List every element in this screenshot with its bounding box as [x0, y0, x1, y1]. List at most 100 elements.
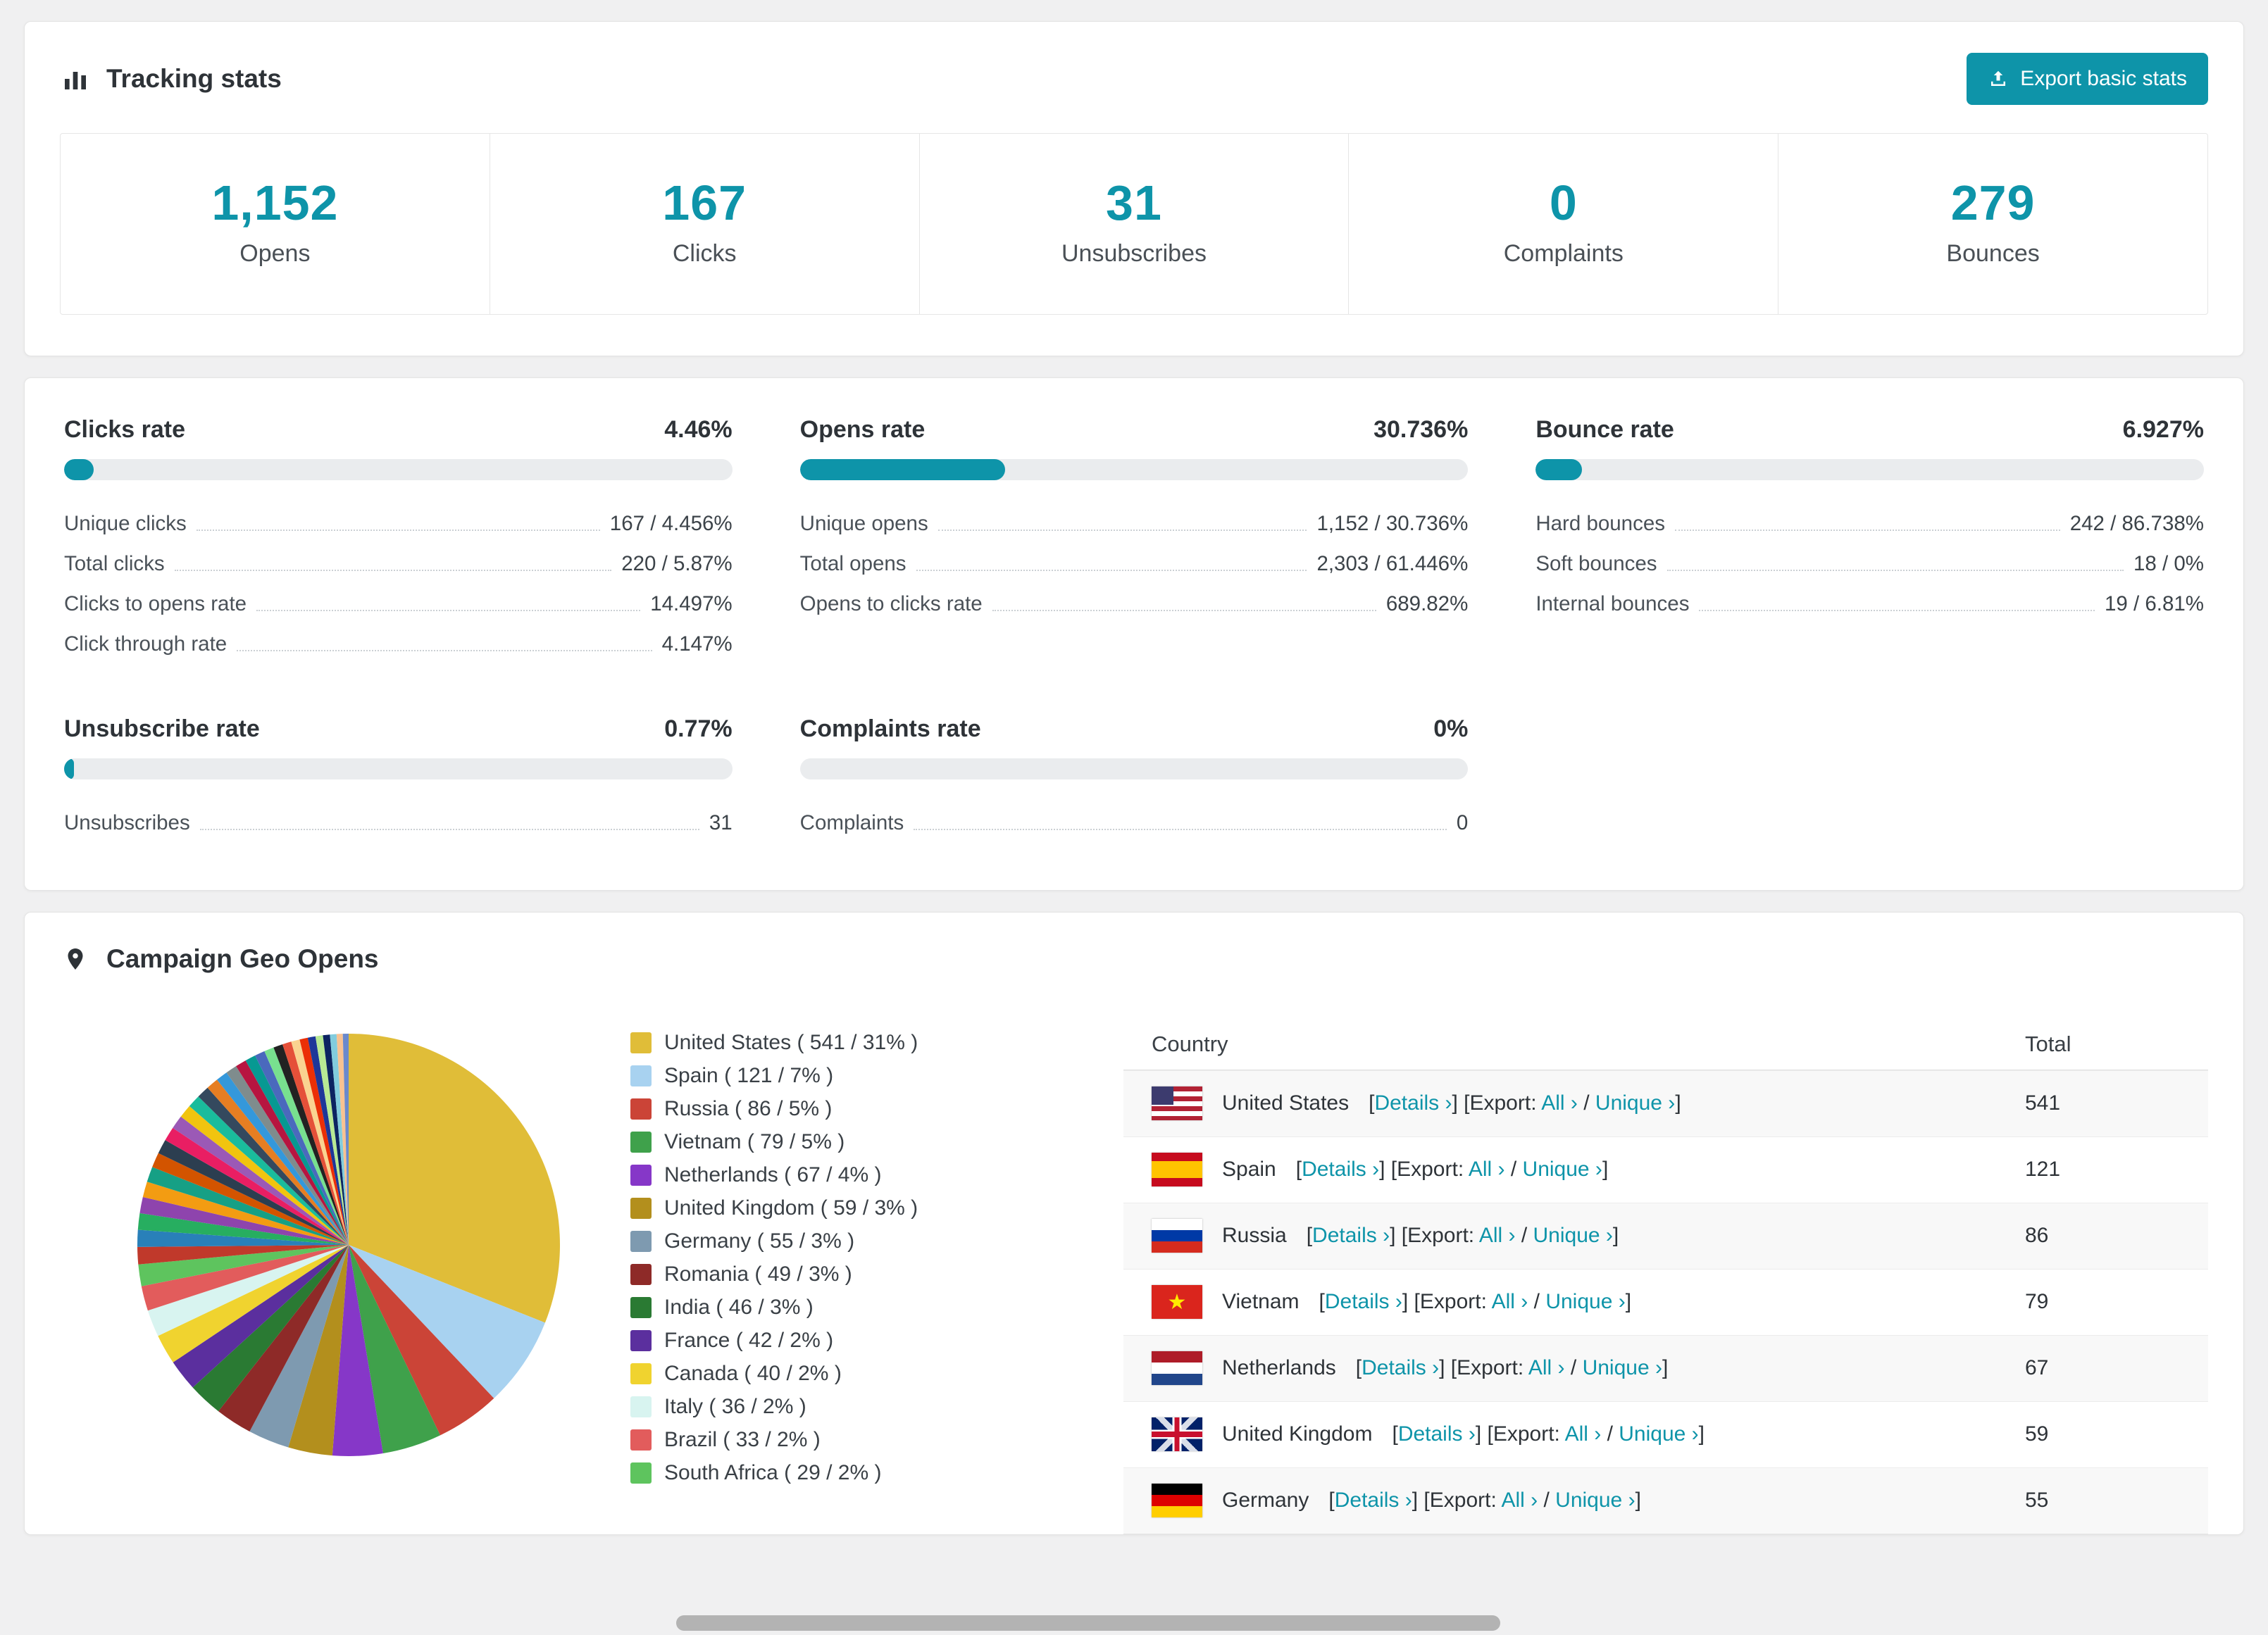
geo-export-all-link[interactable]: All ›	[1501, 1489, 1538, 1512]
flag-ru-icon	[1152, 1219, 1202, 1253]
legend-swatch	[630, 1396, 652, 1417]
progress-bar-fill	[799, 458, 1006, 480]
legend-label: Canada ( 40 / 2% )	[664, 1361, 842, 1385]
tracking-stats-header: Tracking stats Export basic stats	[25, 22, 2243, 129]
dotted-leader	[1675, 530, 2060, 531]
rate-rows: Complaints 0	[800, 803, 1469, 844]
geo-row-links: [Details ›] [Export: All › / Unique ›]	[1355, 1356, 1669, 1379]
rate-row-value: 1,152 / 30.736%	[1316, 512, 1469, 535]
rate-block-opens: Opens rate 30.736% Unique opens 1,152 / 30.…	[799, 416, 1469, 665]
rate-row-value: 19 / 6.81%	[2104, 592, 2204, 615]
geo-total-cell: 59	[2025, 1422, 2049, 1446]
legend-swatch	[630, 1065, 652, 1086]
geo-export-unique-link[interactable]: Unique ›	[1533, 1224, 1613, 1247]
map-pin-icon	[60, 944, 91, 975]
rate-value: 4.46%	[664, 415, 733, 443]
rate-title: Complaints rate	[799, 715, 981, 742]
geo-row-links: [Details ›] [Export: All › / Unique ›]	[1392, 1422, 1705, 1446]
rate-value: 0%	[1433, 715, 1469, 742]
geo-row-links: [Details ›] [Export: All › / Unique ›]	[1328, 1489, 1641, 1512]
tracking-stats-card: Tracking stats Export basic stats 1,152 O…	[24, 21, 2244, 356]
legend-item: Brazil ( 33 / 2% )	[630, 1428, 1123, 1452]
rate-value: 0.77%	[664, 715, 733, 742]
geo-row-links: [Details ›] [Export: All › / Unique ›]	[1306, 1224, 1619, 1247]
stat-value: 279	[1950, 175, 2036, 230]
geo-export-unique-link[interactable]: Unique ›	[1523, 1158, 1602, 1181]
legend-label: Italy ( 36 / 2% )	[664, 1394, 806, 1418]
geo-details-link[interactable]: Details ›	[1302, 1158, 1379, 1181]
rate-row: Unique clicks 167 / 4.456%	[64, 504, 733, 544]
legend-item: Canada ( 40 / 2% )	[630, 1362, 1123, 1386]
rate-row-value: 4.147%	[661, 632, 733, 656]
legend-label: Russia ( 86 / 5% )	[664, 1096, 833, 1120]
stat-box-complaints: 0 Complaints	[1348, 134, 1778, 314]
legend-swatch	[630, 1329, 652, 1351]
export-basic-stats-button[interactable]: Export basic stats	[1967, 53, 2208, 105]
geo-export-all-link[interactable]: All ›	[1565, 1422, 1602, 1446]
rate-row-value: 220 / 5.87%	[621, 552, 733, 575]
stat-boxes: 1,152 Opens 167 Clicks 31 Unsubscribes 0 Compla…	[60, 133, 2208, 315]
geo-export-unique-link[interactable]: Unique ›	[1545, 1290, 1625, 1313]
geo-table-row: Vietnam [Details ›] [Export: All › / Uni…	[1123, 1268, 2208, 1335]
rate-row-value: 31	[709, 811, 733, 834]
geo-total-cell: 79	[2025, 1290, 2049, 1313]
rate-row: Click through rate 4.147%	[64, 625, 733, 665]
rate-row: Clicks to opens rate 14.497%	[64, 584, 733, 625]
legend-item: Spain ( 121 / 7% )	[630, 1064, 1123, 1088]
geo-row-links: [Details ›] [Export: All › / Unique ›]	[1319, 1290, 1632, 1313]
geo-export-all-link[interactable]: All ›	[1541, 1091, 1578, 1115]
horizontal-scrollbar-thumb[interactable]	[676, 1615, 1500, 1631]
rate-row-value: 14.497%	[650, 592, 733, 615]
legend-swatch	[630, 1032, 652, 1053]
geo-details-link[interactable]: Details ›	[1362, 1356, 1439, 1379]
stat-label: Clicks	[672, 239, 737, 267]
geo-table-row: Germany [Details ›] [Export: All › / Uni…	[1123, 1467, 2208, 1534]
progress-bar-fill	[1535, 458, 1583, 480]
legend-item: Italy ( 36 / 2% )	[630, 1395, 1123, 1419]
geo-total-cell: 541	[2025, 1091, 2061, 1115]
geo-export-all-link[interactable]: All ›	[1469, 1158, 1505, 1181]
geo-legend: United States ( 541 / 31% ) Spain ( 121 /…	[630, 1031, 1123, 1494]
legend-item: Vietnam ( 79 / 5% )	[630, 1130, 1123, 1154]
legend-item: Netherlands ( 67 / 4% )	[630, 1163, 1123, 1187]
legend-label: United Kingdom ( 59 / 3% )	[664, 1196, 918, 1220]
dotted-leader	[914, 829, 1447, 830]
geo-opens-card: Campaign Geo Opens United States ( 541 /…	[24, 911, 2244, 1535]
rate-block-bounce: Bounce rate 6.927% Hard bounces 242 / 86.73…	[1535, 416, 2204, 665]
tracking-stats-title: Tracking stats	[106, 64, 282, 93]
geo-row-links: [Details ›] [Export: All › / Unique ›]	[1295, 1158, 1609, 1181]
rate-row: Complaints 0	[800, 803, 1469, 844]
geo-export-unique-link[interactable]: Unique ›	[1583, 1356, 1662, 1379]
geo-export-unique-link[interactable]: Unique ›	[1619, 1422, 1698, 1446]
geo-details-link[interactable]: Details ›	[1312, 1224, 1390, 1247]
flag-nl-icon	[1152, 1351, 1202, 1385]
country-name: United States	[1222, 1091, 1350, 1115]
geo-export-all-link[interactable]: All ›	[1528, 1356, 1565, 1379]
geo-export-all-link[interactable]: All ›	[1479, 1224, 1516, 1247]
geo-details-link[interactable]: Details ›	[1335, 1489, 1412, 1512]
geo-export-unique-link[interactable]: Unique ›	[1595, 1091, 1675, 1115]
geo-country-cell: Netherlands [Details ›] [Export: All › /…	[1152, 1351, 2025, 1385]
country-name: Vietnam	[1222, 1290, 1300, 1313]
geo-details-link[interactable]: Details ›	[1325, 1290, 1402, 1313]
rate-row-label: Total clicks	[64, 552, 165, 575]
country-name: Germany	[1222, 1489, 1309, 1512]
legend-swatch	[630, 1362, 652, 1384]
progress-bar	[799, 458, 1469, 480]
geo-country-cell: United States [Details ›] [Export: All ›…	[1152, 1086, 2025, 1120]
geo-export-unique-link[interactable]: Unique ›	[1555, 1489, 1635, 1512]
rate-rows: Hard bounces 242 / 86.738% Soft bounces 18 …	[1535, 504, 2204, 625]
rate-row: Soft bounces 18 / 0%	[1535, 544, 2204, 584]
rate-title: Clicks rate	[64, 415, 185, 443]
rate-head: Bounce rate 6.927%	[1535, 416, 2204, 444]
geo-export-all-link[interactable]: All ›	[1492, 1290, 1528, 1313]
geo-details-link[interactable]: Details ›	[1398, 1422, 1476, 1446]
legend-swatch	[630, 1230, 652, 1252]
legend-swatch	[630, 1131, 652, 1153]
legend-item: United States ( 541 / 31% )	[630, 1031, 1123, 1055]
rate-block-clicks: Clicks rate 4.46% Unique clicks 167 / 4.456…	[64, 416, 733, 665]
stat-box-opens: 1,152 Opens	[61, 134, 490, 314]
dotted-leader	[199, 829, 699, 830]
geo-details-link[interactable]: Details ›	[1374, 1091, 1452, 1115]
dotted-leader	[916, 570, 1307, 571]
